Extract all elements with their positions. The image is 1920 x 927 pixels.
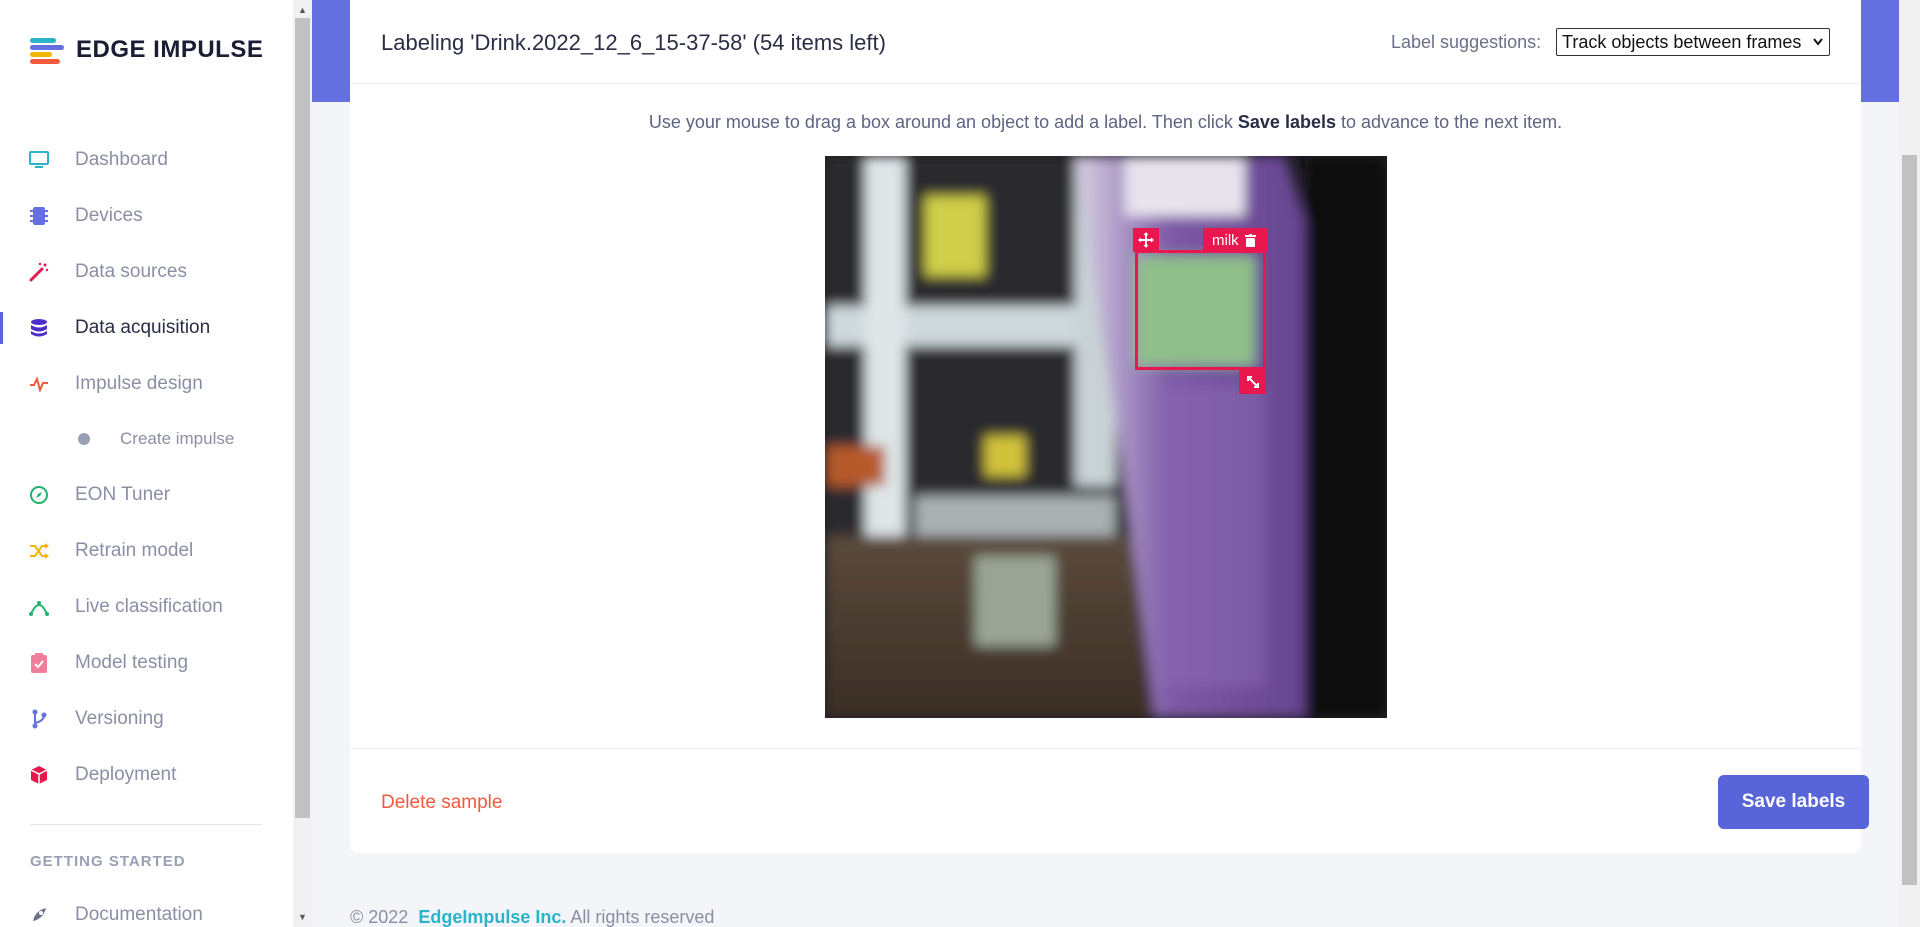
sidebar-item-label: Deployment	[75, 764, 177, 785]
sidebar-item-label: Live classification	[75, 596, 223, 617]
page-scrollbar[interactable]	[1899, 0, 1920, 927]
network-icon	[28, 596, 50, 618]
save-labels-button[interactable]: Save labels	[1718, 775, 1869, 829]
sidebar-item-label: Data acquisition	[75, 317, 211, 338]
sidebar-item-label: Impulse design	[75, 373, 203, 394]
sidebar-item-label: Dashboard	[75, 149, 168, 170]
labeling-title: Labeling 'Drink.2022_12_6_15-37-58' (54 …	[381, 30, 886, 55]
sidebar-item-documentation[interactable]: Documentation	[0, 895, 293, 927]
label-suggestions-value: Track objects between frames	[1562, 32, 1802, 52]
sidebar-scrollbar[interactable]: ▲ ▼	[293, 0, 312, 927]
main-content: Labeling 'Drink.2022_12_6_15-37-58' (54 …	[312, 0, 1899, 927]
magic-wand-icon	[28, 261, 50, 283]
scroll-down-arrow-icon[interactable]: ▼	[293, 909, 312, 925]
sidebar-item-label: Devices	[75, 205, 143, 226]
instruction-text: Use your mouse to drag a box around an o…	[648, 112, 1233, 132]
move-icon[interactable]	[1133, 228, 1159, 252]
sidebar-item-label: Create impulse	[120, 429, 235, 448]
sidebar-scrollbar-thumb[interactable]	[295, 18, 310, 818]
delete-sample-link[interactable]: Delete sample	[381, 792, 502, 814]
clipboard-check-icon	[28, 652, 50, 674]
page-footer: © 2022 EdgeImpulse Inc. All rights reser…	[350, 907, 714, 927]
sidebar-item-dashboard[interactable]: Dashboard	[0, 140, 293, 180]
sidebar-item-label: Data sources	[75, 261, 187, 282]
sidebar-item-deployment[interactable]: Deployment	[0, 755, 293, 795]
brand-logo[interactable]: EDGE IMPULSE	[30, 36, 263, 64]
sidebar-item-data-sources[interactable]: Data sources	[0, 252, 293, 292]
sidebar-item-label: Documentation	[75, 904, 203, 925]
labeling-instructions: Use your mouse to drag a box around an o…	[350, 112, 1861, 133]
dot-icon	[78, 433, 90, 445]
shuffle-icon	[28, 540, 50, 562]
bounding-box-label: milk	[1212, 231, 1239, 249]
sample-photo	[825, 156, 1387, 718]
chevron-down-icon	[1812, 29, 1824, 55]
sidebar-item-data-acquisition[interactable]: Data acquisition	[0, 308, 293, 348]
labeling-card-header: Labeling 'Drink.2022_12_6_15-37-58' (54 …	[350, 0, 1861, 84]
footer-rights: All rights reserved	[570, 907, 715, 927]
branch-icon	[28, 708, 50, 730]
sidebar-item-retrain-model[interactable]: Retrain model	[0, 531, 293, 571]
resize-handle-icon[interactable]	[1239, 370, 1266, 394]
labeling-card: Labeling 'Drink.2022_12_6_15-37-58' (54 …	[350, 0, 1869, 853]
label-suggestions-label: Label suggestions:	[1391, 32, 1542, 52]
pulse-icon	[28, 373, 50, 395]
sidebar-item-versioning[interactable]: Versioning	[0, 699, 293, 739]
cube-icon	[28, 764, 50, 786]
footer-company-link[interactable]: EdgeImpulse Inc.	[418, 907, 566, 927]
instruction-bold-text: Save labels	[1237, 112, 1336, 132]
monitor-icon	[28, 149, 50, 171]
sidebar-item-eon-tuner[interactable]: EON Tuner	[0, 475, 293, 515]
brand-name: EDGE IMPULSE	[76, 36, 264, 63]
page-scrollbar-thumb[interactable]	[1902, 155, 1917, 885]
trash-icon[interactable]	[1244, 233, 1256, 247]
sidebar-item-label: Model testing	[75, 652, 189, 673]
edge-impulse-logo-icon	[30, 36, 68, 64]
instruction-text-end: to advance to the next item.	[1341, 112, 1563, 132]
sidebar-item-model-testing[interactable]: Model testing	[0, 643, 293, 683]
sidebar-divider	[30, 824, 262, 825]
chip-icon	[28, 205, 50, 227]
sample-image-canvas[interactable]	[825, 156, 1387, 718]
database-icon	[28, 317, 50, 339]
sidebar-section-title: GETTING STARTED	[30, 853, 186, 870]
label-suggestions-select[interactable]: Track objects between frames	[1556, 28, 1830, 56]
sidebar-item-devices[interactable]: Devices	[0, 196, 293, 236]
sidebar-item-create-impulse[interactable]: Create impulse	[0, 419, 293, 459]
rocket-icon	[28, 904, 50, 926]
footer-copyright: © 2022	[350, 907, 409, 927]
bounding-box[interactable]	[1135, 250, 1266, 370]
sidebar-item-impulse-design[interactable]: Impulse design	[0, 364, 293, 404]
card-footer-divider	[350, 748, 1861, 749]
compass-icon	[28, 484, 50, 506]
sidebar-item-label: Retrain model	[75, 540, 194, 561]
sidebar-item-live-classification[interactable]: Live classification	[0, 587, 293, 627]
sidebar-item-label: Versioning	[75, 708, 164, 729]
sidebar-item-label: EON Tuner	[75, 484, 171, 505]
bounding-box-label-tag[interactable]: milk	[1203, 228, 1268, 252]
scroll-up-arrow-icon[interactable]: ▲	[293, 2, 312, 18]
sidebar: EDGE IMPULSE Dashboard Devices Data sour…	[0, 0, 293, 927]
